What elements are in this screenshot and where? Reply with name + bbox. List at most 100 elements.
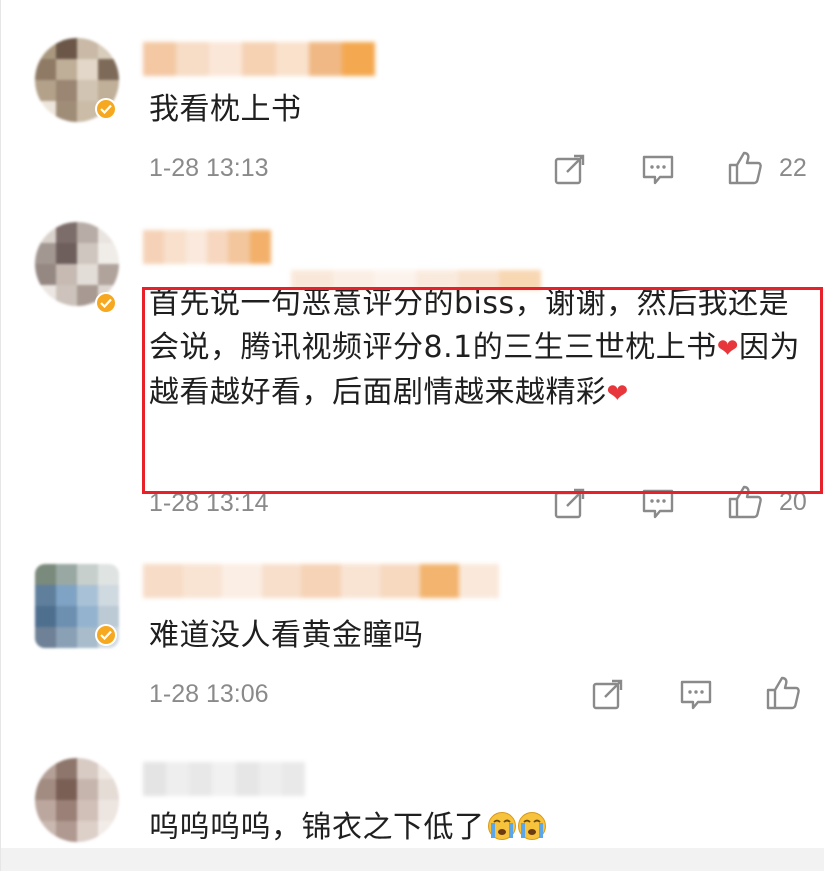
username-pixel [301, 564, 341, 598]
username-pixel [341, 42, 375, 76]
avatar-pixel [56, 222, 77, 243]
username-pixel [164, 230, 186, 264]
username-blurred[interactable] [143, 564, 499, 598]
username-pixel [206, 230, 229, 264]
timestamp: 1-28 13:06 [149, 680, 269, 708]
comment-text: 难道没人看黄金瞳吗 [149, 618, 424, 653]
comment-icon[interactable] [641, 154, 675, 190]
avatar-pixel [77, 758, 98, 779]
avatar-pixel [98, 222, 119, 243]
avatar-pixel [35, 585, 56, 606]
username-pixel [189, 762, 213, 796]
username-pixel [166, 762, 190, 796]
avatar-pixel [98, 779, 119, 800]
comment-icon[interactable] [679, 679, 713, 715]
avatar-pixel [77, 264, 98, 285]
avatar-pixel [35, 59, 56, 80]
username-pixel [209, 42, 243, 76]
avatar-pixel [35, 800, 56, 821]
avatar-pixel [56, 585, 77, 606]
username-pixel [308, 42, 342, 76]
avatar-pixel [56, 243, 77, 264]
username-pixel [212, 762, 236, 796]
avatar-pixel [56, 285, 77, 306]
avatar-pixel [56, 101, 77, 122]
repost-icon[interactable] [591, 677, 625, 715]
avatar-pixel [35, 779, 56, 800]
avatar-pixel [77, 800, 98, 821]
avatar[interactable] [35, 758, 119, 842]
avatar-pixel [35, 627, 56, 648]
username-pixel [459, 564, 499, 598]
username-pixel [235, 762, 259, 796]
username-pixel [228, 230, 250, 264]
username-pixel [143, 564, 183, 598]
bottom-edge [1, 848, 824, 871]
verified-badge-icon [95, 292, 117, 314]
avatar-pixel [56, 779, 77, 800]
avatar-pixel [77, 564, 98, 585]
avatar-pixel [56, 627, 77, 648]
username-blurred[interactable] [143, 762, 305, 796]
avatar-pixel [56, 80, 77, 101]
username-pixel [242, 42, 276, 76]
comment-text: 呜呜呜呜，锦衣之下低了 [149, 806, 799, 854]
verified-badge-icon [95, 624, 117, 646]
avatar-pixel [56, 564, 77, 585]
username-pixel [249, 230, 271, 264]
repost-icon[interactable] [553, 152, 587, 190]
username-pixel [143, 762, 167, 796]
avatar-pixel [77, 80, 98, 101]
avatar-pixel [56, 821, 77, 842]
username-pixel [222, 564, 262, 598]
avatar-pixel [98, 800, 119, 821]
like-count: 22 [779, 154, 807, 182]
username-pixel [340, 564, 381, 598]
avatar-pixel [56, 800, 77, 821]
username-pixel [143, 42, 177, 76]
username-pixel [261, 564, 302, 598]
username-pixel [176, 42, 210, 76]
username-pixel [258, 762, 282, 796]
username-blurred[interactable] [143, 42, 375, 76]
avatar-pixel [35, 758, 56, 779]
avatar-pixel [98, 264, 119, 285]
avatar-pixel [98, 564, 119, 585]
avatar-pixel [35, 243, 56, 264]
avatar-pixel [35, 101, 56, 122]
avatar-pixel [77, 222, 98, 243]
comment-text-main: 呜呜呜呜，锦衣之下低了 [149, 810, 485, 845]
avatar-pixel [77, 243, 98, 264]
avatar-pixel [56, 59, 77, 80]
comment-text: 我看枕上书 [149, 92, 302, 127]
username-pixel [380, 564, 420, 598]
avatar-pixel [98, 758, 119, 779]
avatar-pixel [35, 222, 56, 243]
avatar-pixel [98, 821, 119, 842]
timestamp: 1-28 13:13 [149, 154, 269, 182]
username-pixel [419, 564, 460, 598]
thumbs-up-icon[interactable] [727, 150, 763, 190]
avatar-pixel [77, 59, 98, 80]
avatar-pixel [56, 758, 77, 779]
thumbs-up-icon[interactable] [765, 675, 801, 715]
avatar-pixel [98, 59, 119, 80]
username-pixel [185, 230, 207, 264]
username-pixel [143, 230, 165, 264]
avatar-pixel [98, 38, 119, 59]
avatar-pixel [77, 821, 98, 842]
avatar-pixel [56, 38, 77, 59]
avatar-pixel [98, 243, 119, 264]
username-blurred[interactable] [143, 230, 271, 264]
verified-badge-icon [95, 98, 117, 120]
avatar-pixel [98, 585, 119, 606]
avatar-pixel [77, 779, 98, 800]
avatar-pixel [35, 564, 56, 585]
comment-feed: 我看枕上书 1-28 13:13 22 首先说一句恶意评分的biss，谢谢，然后… [0, 0, 824, 871]
avatar-pixel [35, 285, 56, 306]
avatar-pixel [77, 585, 98, 606]
avatar-pixel [35, 80, 56, 101]
avatar-pixel [35, 606, 56, 627]
avatar-pixel [77, 606, 98, 627]
avatar-pixel [56, 606, 77, 627]
